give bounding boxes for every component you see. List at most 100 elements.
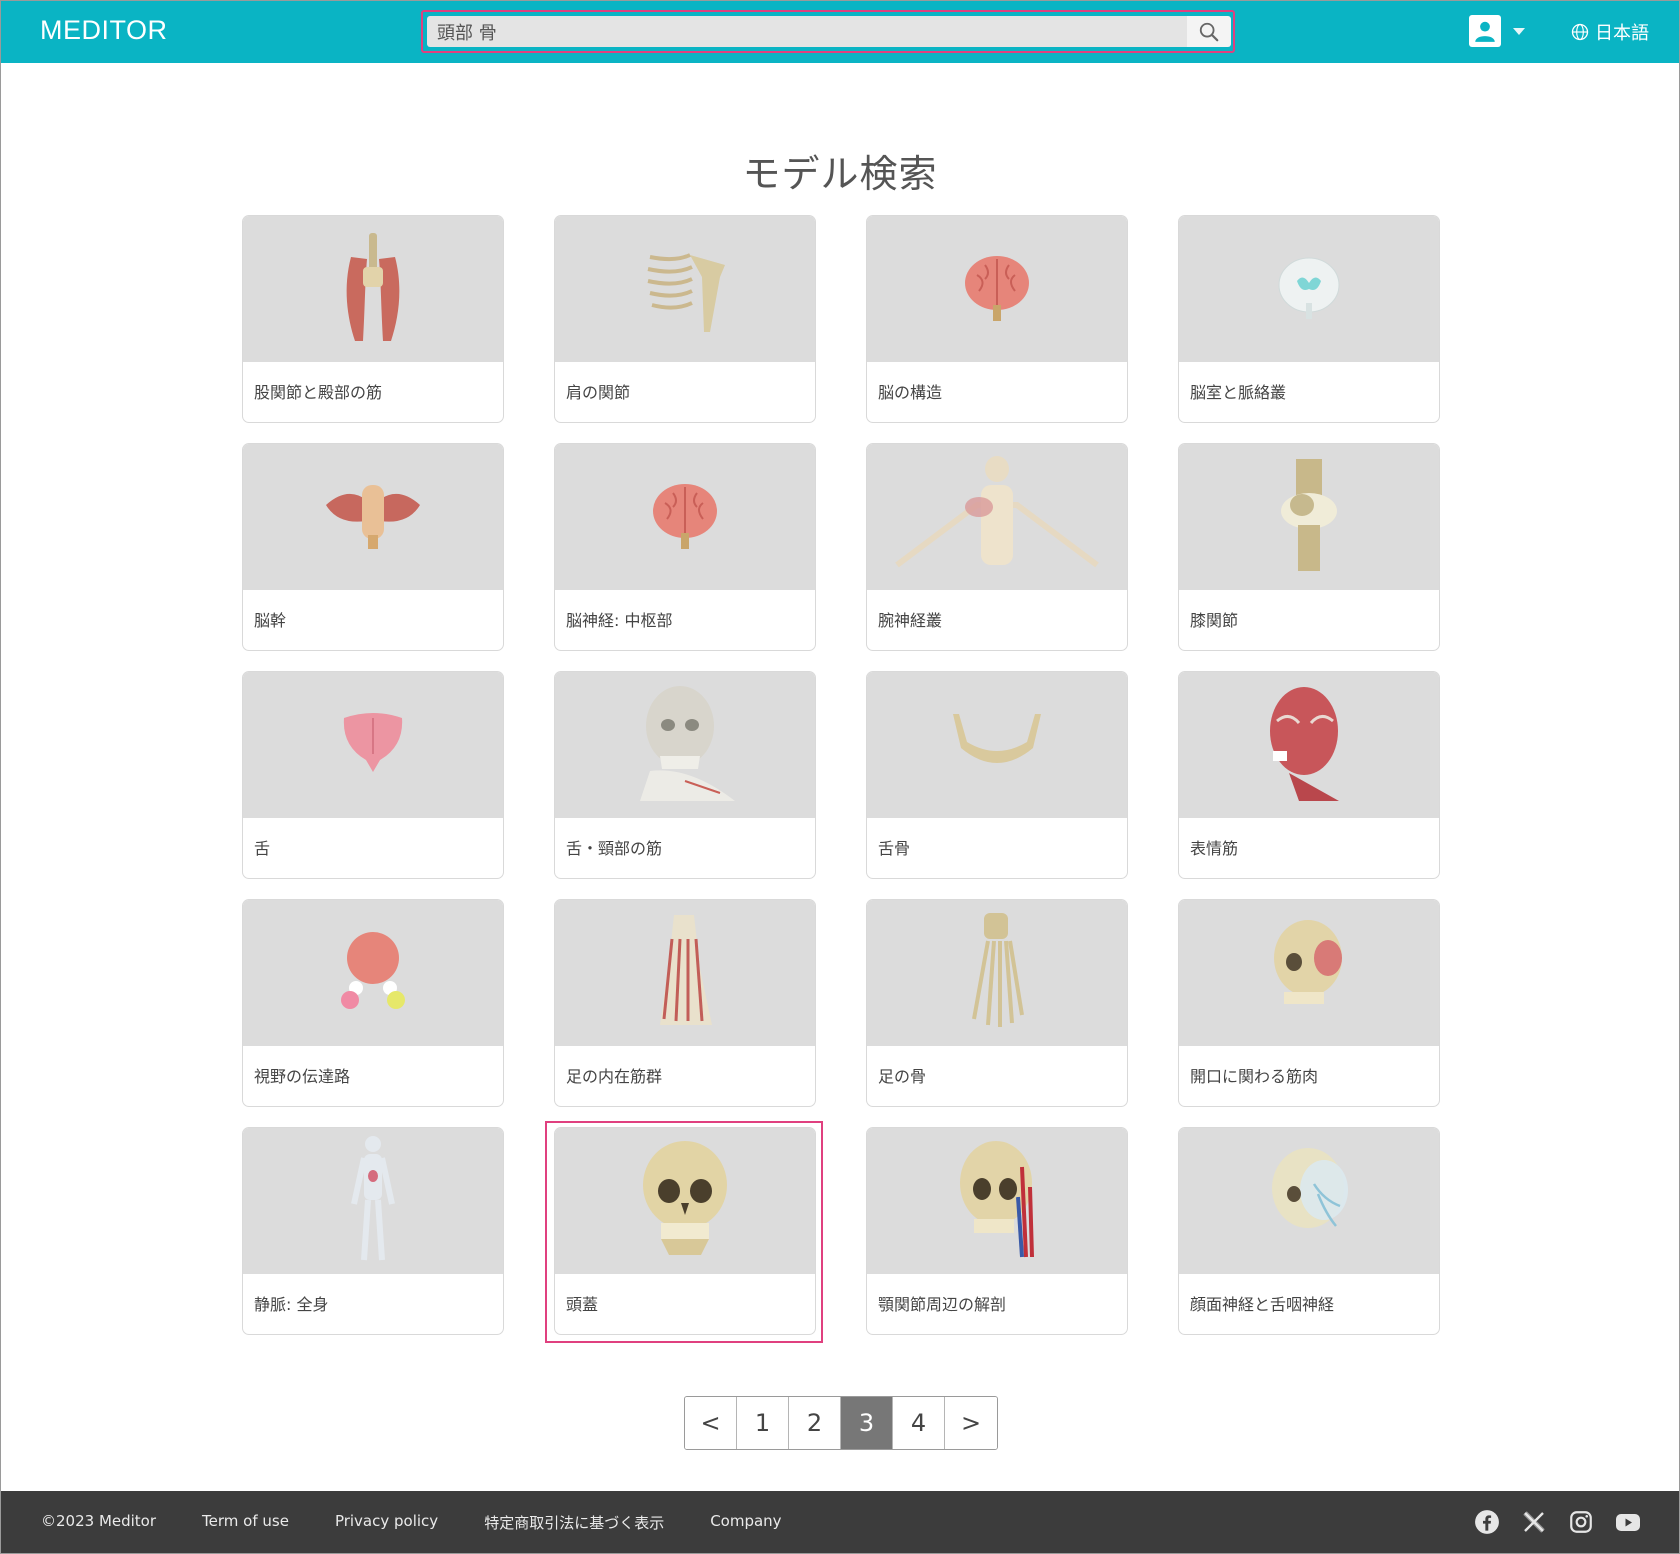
commerce-law-link[interactable]: 特定商取引法に基づく表示 (484, 1512, 664, 1533)
model-thumbnail (243, 216, 503, 362)
model-thumbnail (555, 444, 815, 590)
foot-bones-icon (962, 909, 1032, 1038)
model-label: 顎関節周辺の解剖 (878, 1295, 1007, 1314)
model-label: 頭蓋 (566, 1295, 599, 1314)
search-button[interactable] (1187, 16, 1231, 47)
page-title: モデル検索 (742, 152, 938, 197)
tongue-icon (338, 708, 408, 782)
model-card[interactable]: 視野の伝達路 (242, 899, 504, 1107)
pagination: <1 2 3 4 > (684, 1396, 998, 1450)
model-label: 脳の構造 (878, 383, 943, 402)
model-label: 静脈: 全身 (254, 1295, 329, 1314)
language-label: 日本語 (1595, 23, 1649, 44)
model-card[interactable]: 脳室と脈絡叢 (1178, 215, 1440, 423)
model-label: 脳幹 (254, 611, 287, 630)
facebook-icon[interactable] (1473, 1508, 1501, 1536)
page-button-4[interactable]: 4 (893, 1397, 945, 1449)
model-card[interactable]: 舌・頸部の筋 (554, 671, 816, 879)
language-selector[interactable]: 日本語 (1570, 18, 1649, 46)
terms-link[interactable]: Term of use (202, 1512, 289, 1533)
model-label: 股関節と殿部の筋 (254, 383, 383, 402)
model-label: 足の骨 (878, 1067, 927, 1086)
model-thumbnail (243, 900, 503, 1046)
model-label: 顔面神経と舌咽神経 (1190, 1295, 1335, 1314)
model-label: 肩の関節 (566, 383, 631, 402)
model-card[interactable]: 開口に関わる筋肉 (1178, 899, 1440, 1107)
model-thumbnail (555, 672, 815, 818)
model-label: 脳神経: 中枢部 (566, 611, 673, 630)
search-input[interactable] (427, 16, 1187, 47)
chevron-down-icon (1513, 27, 1525, 35)
model-card[interactable]: 頭蓋 (554, 1127, 816, 1335)
copyright-text: ©2023 Meditor (41, 1512, 157, 1530)
facial-nerve-icon (1264, 1144, 1354, 1258)
model-thumbnail (867, 1128, 1127, 1274)
model-thumbnail (867, 900, 1127, 1046)
hyoid-bone-icon (947, 708, 1047, 782)
brachial-plexus-icon (887, 455, 1107, 579)
model-card[interactable]: 顔面神経と舌咽神経 (1178, 1127, 1440, 1335)
hip-muscles-icon (333, 227, 413, 351)
model-thumbnail (243, 1128, 503, 1274)
model-card[interactable]: 舌骨 (866, 671, 1128, 879)
page-button-1[interactable]: 1 (737, 1397, 789, 1449)
facial-muscles-icon (1259, 681, 1359, 810)
model-thumbnail (1179, 900, 1439, 1046)
model-label: 舌 (254, 839, 271, 858)
user-menu-button[interactable] (1469, 14, 1529, 48)
foot-muscles-icon (650, 909, 720, 1038)
tmj-anatomy-icon (952, 1137, 1042, 1266)
shoulder-joint-icon (630, 237, 740, 341)
page-button-2[interactable]: 2 (789, 1397, 841, 1449)
model-card[interactable]: 脳神経: 中枢部 (554, 443, 816, 651)
model-thumbnail (1179, 672, 1439, 818)
visual-pathway-icon (338, 926, 408, 1020)
globe-icon (1571, 23, 1589, 41)
body-veins-icon (348, 1134, 398, 1268)
brain-icon (645, 475, 725, 559)
x-icon[interactable] (1520, 1508, 1548, 1536)
model-card[interactable]: 股関節と殿部の筋 (242, 215, 504, 423)
privacy-link[interactable]: Privacy policy (335, 1512, 438, 1533)
model-card[interactable]: 肩の関節 (554, 215, 816, 423)
model-card[interactable]: 足の内在筋群 (554, 899, 816, 1107)
prev-page-button[interactable]: < (685, 1397, 737, 1449)
model-card[interactable]: 顎関節周辺の解剖 (866, 1127, 1128, 1335)
model-thumbnail (243, 672, 503, 818)
top-bar: MEDITOR 日本語 (0, 0, 1680, 63)
skull-icon (635, 1137, 735, 1266)
model-label: 腕神経叢 (878, 611, 943, 630)
model-thumbnail (243, 444, 503, 590)
model-label: 表情筋 (1190, 839, 1239, 858)
model-label: 視野の伝達路 (254, 1067, 351, 1086)
brain-icon (957, 247, 1037, 331)
model-card[interactable]: 脳の構造 (866, 215, 1128, 423)
model-thumbnail (1179, 1128, 1439, 1274)
model-card[interactable]: 静脈: 全身 (242, 1127, 504, 1335)
model-thumbnail (555, 900, 815, 1046)
search-box (421, 10, 1235, 53)
skull-muscles-icon (1264, 916, 1354, 1030)
model-card[interactable]: 表情筋 (1178, 671, 1440, 879)
instagram-icon[interactable] (1567, 1508, 1595, 1536)
model-card[interactable]: 脳幹 (242, 443, 504, 651)
model-card[interactable]: 膝関節 (1178, 443, 1440, 651)
model-card[interactable]: 足の骨 (866, 899, 1128, 1107)
model-label: 膝関節 (1190, 611, 1239, 630)
model-thumbnail (867, 672, 1127, 818)
model-card[interactable]: 腕神経叢 (866, 443, 1128, 651)
model-thumbnail (867, 216, 1127, 362)
youtube-icon[interactable] (1614, 1508, 1642, 1536)
model-thumbnail (555, 1128, 815, 1274)
page-button-3[interactable]: 3 (841, 1397, 893, 1449)
model-label: 開口に関わる筋肉 (1190, 1067, 1319, 1086)
model-thumbnail (1179, 216, 1439, 362)
model-card[interactable]: 舌 (242, 671, 504, 879)
user-icon (1469, 15, 1501, 47)
meditor-logo[interactable]: MEDITOR (40, 15, 168, 46)
model-thumbnail (1179, 444, 1439, 590)
company-link[interactable]: Company (710, 1512, 781, 1533)
head-neck-icon (630, 681, 740, 810)
model-label: 舌骨 (878, 839, 911, 858)
next-page-button[interactable]: > (945, 1397, 997, 1449)
